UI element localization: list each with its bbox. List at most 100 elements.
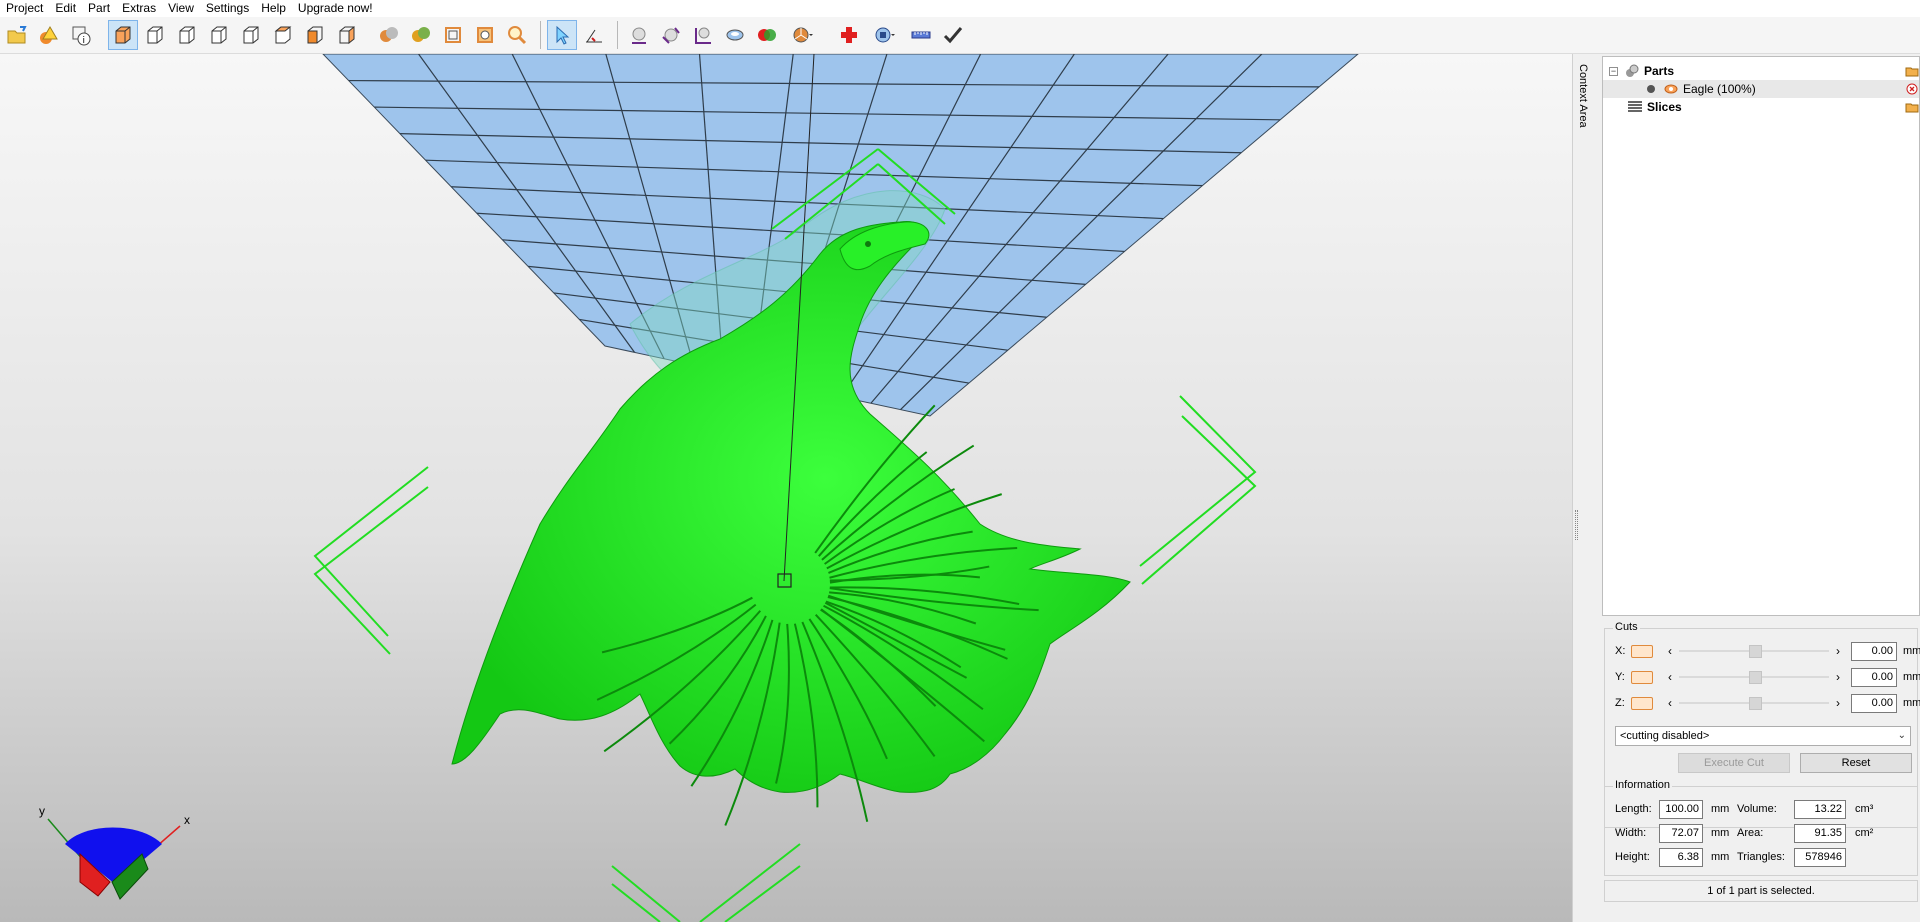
remove-part-icon[interactable]	[1905, 82, 1919, 96]
add-parts-icon	[40, 26, 58, 44]
view-front-icon	[147, 26, 163, 44]
tree-row-slices[interactable]: Slices	[1603, 98, 1919, 116]
cut-z-value[interactable]: 0.00	[1851, 693, 1897, 713]
view-side-button[interactable]	[332, 20, 362, 50]
boolean-button[interactable]	[752, 20, 782, 50]
orientation-gizmo[interactable]	[47, 818, 181, 900]
shaded-wireframe-icon	[412, 27, 430, 42]
pie-menu-button[interactable]	[784, 20, 822, 50]
view-top-button[interactable]	[268, 20, 298, 50]
cut-y-label: Y:	[1615, 671, 1625, 683]
panel-splitter[interactable]	[1575, 510, 1578, 540]
cuts-title: Cuts	[1613, 621, 1640, 633]
cut-x-unit: mm	[1903, 645, 1920, 657]
slices-label: Slices	[1647, 100, 1682, 114]
transparent-button[interactable]	[470, 20, 500, 50]
view-front-button[interactable]	[140, 20, 170, 50]
cut-y-increase-icon[interactable]: ›	[1833, 670, 1843, 684]
visibility-eye-icon[interactable]	[1663, 81, 1679, 97]
parts-label: Parts	[1644, 64, 1675, 78]
menu-help[interactable]: Help	[255, 0, 292, 17]
cut-x-toggle[interactable]	[1631, 644, 1653, 658]
cut-y-slider[interactable]	[1679, 667, 1829, 687]
rotate-icon	[662, 27, 680, 44]
chevron-down-icon: ⌄	[1897, 730, 1906, 741]
cut-z-decrease-icon[interactable]: ‹	[1665, 696, 1675, 710]
cut-mode-select[interactable]: <cutting disabled> ⌄	[1615, 726, 1911, 746]
add-parts-button[interactable]	[34, 20, 64, 50]
cut-y-decrease-icon[interactable]: ‹	[1665, 670, 1675, 684]
context-area-tab[interactable]: Context Area	[1572, 54, 1600, 922]
ruler-button[interactable]	[906, 20, 936, 50]
information-group: Information Length: 100.00 mm Width: 72.…	[1604, 779, 1918, 876]
app-window: Project Edit Part Extras View Settings H…	[0, 0, 1920, 922]
menu-edit[interactable]: Edit	[49, 0, 82, 17]
cut-x-decrease-icon[interactable]: ‹	[1665, 644, 1675, 658]
cut-x-increase-icon[interactable]: ›	[1833, 644, 1843, 658]
cut-z-label: Z:	[1615, 697, 1625, 709]
view-side-icon	[339, 25, 355, 45]
view-top-icon	[274, 26, 292, 44]
cut-z-slider[interactable]	[1679, 693, 1829, 713]
scale-button[interactable]	[688, 20, 718, 50]
view-bottom-icon	[307, 26, 323, 44]
rotate-button[interactable]	[656, 20, 686, 50]
view-perspective-button[interactable]	[108, 20, 138, 50]
cut-z-increase-icon[interactable]: ›	[1833, 696, 1843, 710]
view-back-button[interactable]	[172, 20, 202, 50]
menu-project[interactable]: Project	[0, 0, 49, 17]
cut-y-value[interactable]: 0.00	[1851, 667, 1897, 687]
length-unit: mm	[1711, 803, 1730, 815]
menu-extras[interactable]: Extras	[116, 0, 162, 17]
hollow-button[interactable]	[720, 20, 750, 50]
shaded-button[interactable]	[374, 20, 404, 50]
view-bottom-button[interactable]	[300, 20, 330, 50]
height-value: 6.38	[1659, 848, 1703, 867]
view-right-button[interactable]	[236, 20, 266, 50]
repair-icon	[841, 27, 857, 43]
slices-icon	[1627, 99, 1643, 115]
cut-z-toggle[interactable]	[1631, 696, 1653, 710]
view-back-icon	[179, 26, 195, 44]
execute-cut-button[interactable]: Execute Cut	[1678, 753, 1790, 773]
scene-canvas[interactable]	[0, 54, 1572, 922]
view-right-icon	[243, 26, 259, 44]
shaded-icon	[380, 27, 398, 42]
shaded-wireframe-button[interactable]	[406, 20, 436, 50]
3d-viewport[interactable]: y x	[0, 54, 1572, 922]
cut-mode-value: <cutting disabled>	[1620, 730, 1710, 742]
move-button[interactable]	[624, 20, 654, 50]
analyse-button[interactable]	[866, 20, 904, 50]
parts-tree: − Parts Eagle (100%) Slices	[1602, 56, 1920, 616]
measure-button[interactable]	[579, 20, 609, 50]
cut-x-slider[interactable]	[1679, 641, 1829, 661]
wireframe-icon	[445, 27, 461, 43]
open-file-button[interactable]	[2, 20, 32, 50]
width-unit: mm	[1711, 827, 1730, 839]
cut-row-x: X: ‹ › 0.00 mm	[1615, 641, 1920, 661]
cut-x-value[interactable]: 0.00	[1851, 641, 1897, 661]
length-label: Length:	[1615, 803, 1652, 815]
x-axis-label: x	[184, 813, 190, 827]
reset-button[interactable]: Reset	[1800, 753, 1912, 773]
menu-settings[interactable]: Settings	[200, 0, 255, 17]
part-info-button[interactable]: i	[66, 20, 96, 50]
part-name-label: Eagle (100%)	[1683, 82, 1756, 96]
tree-row-eagle[interactable]: Eagle (100%)	[1603, 80, 1919, 98]
zoom-button[interactable]	[502, 20, 532, 50]
collapse-icon[interactable]: −	[1609, 66, 1618, 76]
menu-upgrade[interactable]: Upgrade now!	[292, 0, 379, 17]
menu-part[interactable]: Part	[82, 0, 116, 17]
tree-row-parts[interactable]: − Parts	[1603, 62, 1919, 80]
wireframe-button[interactable]	[438, 20, 468, 50]
menu-view[interactable]: View	[162, 0, 200, 17]
select-button[interactable]	[547, 20, 577, 50]
parts-folder-action-icon[interactable]	[1905, 64, 1919, 78]
repair-button[interactable]	[834, 20, 864, 50]
height-label: Height:	[1615, 851, 1650, 863]
cut-y-toggle[interactable]	[1631, 670, 1653, 684]
view-left-button[interactable]	[204, 20, 234, 50]
triangles-label: Triangles:	[1737, 851, 1785, 863]
apply-button[interactable]	[938, 20, 968, 50]
slices-folder-action-icon[interactable]	[1905, 100, 1919, 114]
